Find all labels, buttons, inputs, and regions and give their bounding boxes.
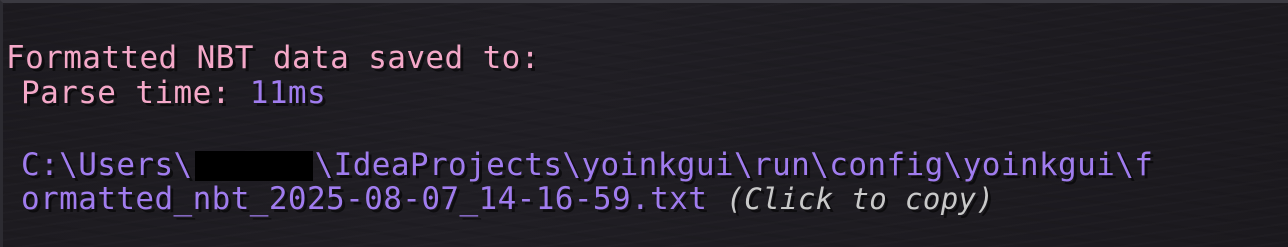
parse-time-line: Parse time: 11ms	[21, 76, 326, 111]
redacted-username	[194, 151, 313, 181]
chat-message-panel: Formatted NBT data saved to: Parse time:…	[0, 0, 1288, 247]
file-path-suffix[interactable]: \IdeaProjects\yoinkgui\run\config\yoinkg…	[315, 147, 1154, 183]
parse-time-label: Parse time:	[21, 75, 231, 111]
file-path-line2[interactable]: ormatted_nbt_2025-08-07_14-16-59.txt	[21, 181, 707, 217]
file-path-prefix[interactable]: C:\Users\	[21, 147, 193, 183]
message-title: Formatted NBT data saved to:	[6, 40, 540, 76]
file-path-link-continued[interactable]: ormatted_nbt_2025-08-07_14-16-59.txt (Cl…	[21, 182, 994, 217]
file-path-link[interactable]: C:\Users\ \IdeaProjects\yoinkgui\run\conf…	[21, 148, 1153, 183]
copy-hint[interactable]: (Click to copy)	[726, 182, 994, 216]
parse-time-value: 11ms	[249, 75, 327, 111]
